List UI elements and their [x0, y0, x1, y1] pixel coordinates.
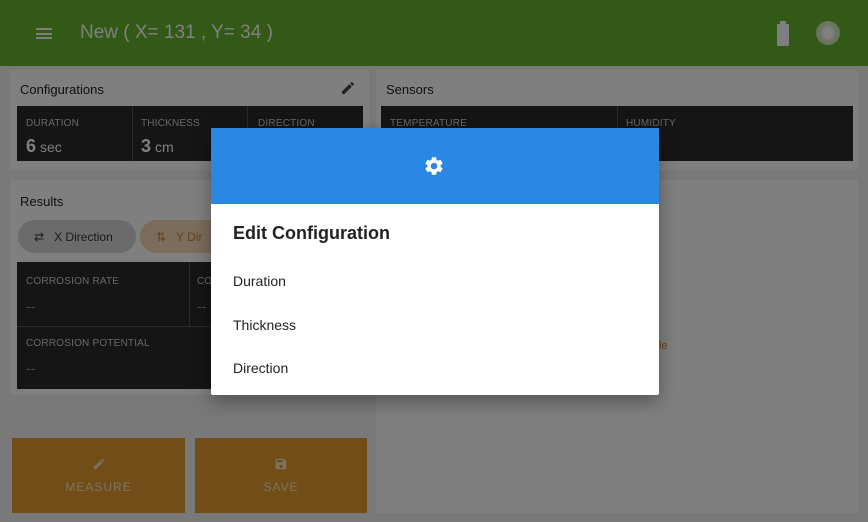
gear-icon [425, 157, 443, 175]
option-thickness[interactable]: Thickness [233, 317, 296, 333]
dialog-title: Edit Configuration [233, 223, 390, 243]
option-direction[interactable]: Direction [233, 360, 288, 376]
dialog-header [211, 128, 659, 204]
edit-configuration-dialog: Edit Configuration Duration Thickness Di… [211, 128, 659, 395]
option-duration[interactable]: Duration [233, 273, 286, 289]
